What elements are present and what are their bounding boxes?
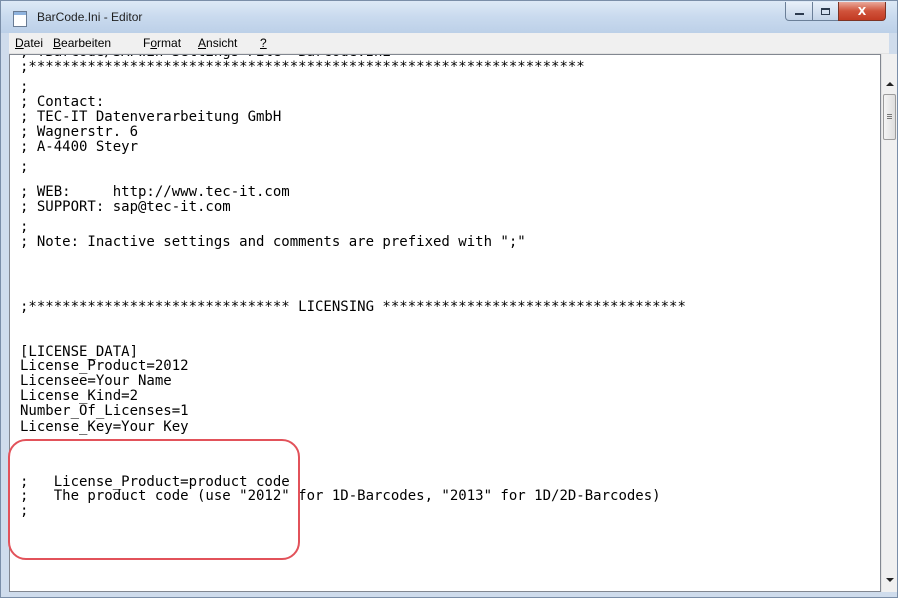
maximize-button[interactable] bbox=[812, 2, 839, 21]
editor-line: ; Contact: bbox=[20, 94, 105, 110]
editor-line: Number_Of_Licenses=1 bbox=[20, 403, 189, 419]
menu-format[interactable]: Format bbox=[143, 35, 181, 51]
window-title: BarCode.Ini - Editor bbox=[37, 10, 143, 24]
grip-line bbox=[887, 114, 892, 115]
menu-datei[interactable]: Datei bbox=[15, 35, 43, 51]
editor-line: ; WEB: http://www.tec-it.com bbox=[20, 184, 290, 200]
menu-format-label: rmat bbox=[157, 36, 182, 50]
editor-line: License_Kind=2 bbox=[20, 388, 139, 404]
close-button[interactable]: X bbox=[838, 2, 886, 21]
vertical-scrollbar[interactable] bbox=[881, 54, 897, 592]
scroll-up-button[interactable] bbox=[882, 76, 898, 92]
arrow-down-icon bbox=[886, 578, 894, 582]
editor-line: ;******************************* LICENSI… bbox=[20, 299, 686, 315]
scroll-down-button[interactable] bbox=[882, 572, 898, 588]
arrow-up-icon bbox=[886, 82, 894, 86]
menu-bearbeiten-label: earbeiten bbox=[61, 36, 112, 50]
editor-line: Licensee=Your Name bbox=[20, 373, 172, 389]
editor-line: ; bbox=[20, 79, 29, 95]
minimize-button[interactable] bbox=[785, 2, 813, 21]
menu-ansicht-accel: A bbox=[198, 36, 207, 50]
editor-line: ; bbox=[20, 219, 29, 235]
license-highlight-ring bbox=[8, 439, 300, 560]
maximize-icon bbox=[821, 7, 830, 15]
menu-help-accel: ? bbox=[260, 36, 267, 50]
minimize-icon bbox=[794, 13, 804, 15]
grip-line bbox=[887, 118, 892, 119]
editor-line: ; SUPPORT: sap@tec-it.com bbox=[20, 199, 231, 215]
menu-bearbeiten-accel: B bbox=[53, 36, 62, 50]
menu-datei-label: atei bbox=[23, 36, 44, 50]
menu-datei-accel: D bbox=[15, 36, 24, 50]
notepad-icon bbox=[13, 11, 27, 27]
editor-line: ; Note: Inactive settings and comments a… bbox=[20, 234, 526, 250]
menu-help[interactable]: ? bbox=[260, 35, 267, 51]
editor-line: ; Wagnerstr. 6 bbox=[20, 124, 139, 140]
editor-line: License_Key=Your Key bbox=[20, 419, 189, 435]
menu-ansicht-label: nsicht bbox=[206, 36, 238, 50]
editor-line: ;***************************************… bbox=[20, 59, 585, 75]
editor-line: ; bbox=[20, 159, 29, 175]
editor-line: ; TEC-IT Datenverarbeitung GmbH bbox=[20, 109, 282, 125]
editor-line: License_Product=2012 bbox=[20, 358, 189, 374]
menu-bearbeiten[interactable]: Bearbeiten bbox=[53, 35, 111, 51]
editor-window: BarCode.Ini - Editor X Datei Bearbeiten … bbox=[0, 0, 898, 598]
close-icon: X bbox=[857, 4, 867, 18]
menu-ansicht[interactable]: Ansicht bbox=[198, 35, 237, 51]
title-bar[interactable]: BarCode.Ini - Editor X bbox=[1, 1, 897, 33]
text-editor[interactable]: ;***************************************… bbox=[8, 54, 881, 592]
grip-line bbox=[887, 116, 892, 117]
menu-bar: Datei Bearbeiten Format Ansicht ? bbox=[9, 33, 889, 54]
scroll-thumb[interactable] bbox=[883, 94, 896, 140]
editor-line: ; A-4400 Steyr bbox=[20, 139, 139, 155]
